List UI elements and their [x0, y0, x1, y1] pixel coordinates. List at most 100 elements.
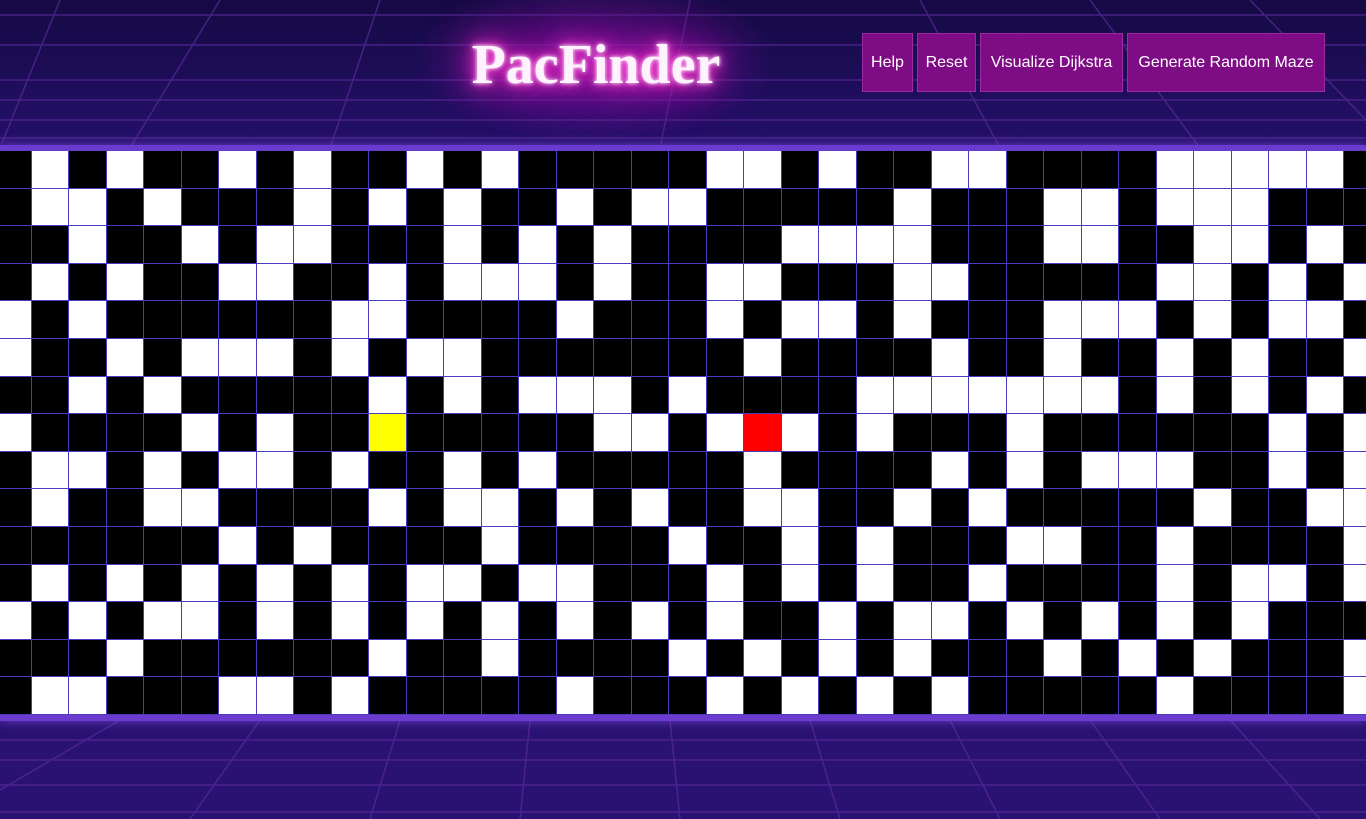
target-node[interactable] [744, 414, 782, 452]
grid-cell-open[interactable] [1119, 301, 1157, 339]
start-node[interactable] [369, 414, 407, 452]
grid-cell-open[interactable] [1344, 677, 1366, 715]
grid-cell-wall[interactable] [256, 188, 294, 227]
grid-cell-open[interactable] [894, 602, 932, 640]
grid-cell-open[interactable] [631, 188, 669, 227]
grid-cell-wall[interactable] [369, 564, 407, 603]
grid-cell-wall[interactable] [294, 639, 332, 678]
grid-cell-wall[interactable] [1231, 677, 1269, 715]
grid-cell-wall[interactable] [481, 564, 519, 603]
grid-cell-wall[interactable] [781, 451, 819, 490]
grid-cell-wall[interactable] [1194, 526, 1232, 565]
reset-button[interactable]: Reset [917, 33, 976, 92]
grid-cell-open[interactable] [819, 151, 857, 189]
grid-cell-open[interactable] [106, 564, 144, 603]
grid-cell-open[interactable] [856, 376, 894, 415]
grid-cell-wall[interactable] [706, 451, 744, 490]
grid-cell-open[interactable] [969, 489, 1007, 527]
grid-cell-open[interactable] [444, 451, 482, 490]
grid-cell-open[interactable] [1231, 151, 1269, 189]
grid-cell-open[interactable] [819, 226, 857, 264]
grid-cell-open[interactable] [1081, 602, 1119, 640]
grid-cell-open[interactable] [1119, 639, 1157, 678]
grid-cell-open[interactable] [331, 602, 369, 640]
grid-cell-open[interactable] [1269, 564, 1307, 603]
grid-cell-wall[interactable] [519, 151, 557, 189]
grid-cell-wall[interactable] [1231, 451, 1269, 490]
grid-cell-wall[interactable] [406, 376, 444, 415]
grid-cell-open[interactable] [894, 489, 932, 527]
grid-cell-wall[interactable] [1006, 226, 1044, 264]
grid-cell-wall[interactable] [819, 376, 857, 415]
grid-cell-open[interactable] [856, 564, 894, 603]
grid-cell-open[interactable] [144, 451, 182, 490]
grid-cell-wall[interactable] [631, 639, 669, 678]
grid-cell-wall[interactable] [1119, 338, 1157, 377]
grid-cell-open[interactable] [1156, 188, 1194, 227]
grid-cell-open[interactable] [1081, 376, 1119, 415]
grid-cell-open[interactable] [744, 151, 782, 189]
grid-cell-wall[interactable] [519, 301, 557, 339]
grid-cell-open[interactable] [706, 301, 744, 339]
grid-cell-open[interactable] [1156, 451, 1194, 490]
grid-cell-wall[interactable] [819, 489, 857, 527]
grid-cell-open[interactable] [69, 451, 107, 490]
grid-cell-wall[interactable] [1006, 188, 1044, 227]
grid-cell-open[interactable] [1156, 376, 1194, 415]
grid-cell-wall[interactable] [1044, 489, 1082, 527]
grid-cell-open[interactable] [669, 639, 707, 678]
grid-cell-open[interactable] [556, 677, 594, 715]
grid-cell-open[interactable] [1194, 188, 1232, 227]
grid-cell-wall[interactable] [106, 301, 144, 339]
grid-cell-open[interactable] [969, 151, 1007, 189]
grid-cell-open[interactable] [406, 564, 444, 603]
grid-cell-wall[interactable] [406, 414, 444, 452]
grid-cell-wall[interactable] [556, 639, 594, 678]
grid-cell-wall[interactable] [106, 489, 144, 527]
grid-cell-wall[interactable] [1006, 151, 1044, 189]
grid-cell-wall[interactable] [0, 188, 32, 227]
grid-cell-wall[interactable] [1344, 226, 1366, 264]
grid-cell-open[interactable] [0, 338, 32, 377]
grid-cell-open[interactable] [519, 376, 557, 415]
grid-cell-wall[interactable] [1044, 263, 1082, 302]
grid-cell-wall[interactable] [1044, 564, 1082, 603]
grid-cell-open[interactable] [1306, 301, 1344, 339]
help-button[interactable]: Help [862, 33, 913, 92]
grid-cell-open[interactable] [1156, 564, 1194, 603]
grid-cell-open[interactable] [256, 226, 294, 264]
grid-cell-wall[interactable] [0, 376, 32, 415]
grid-cell-wall[interactable] [594, 301, 632, 339]
grid-cell-open[interactable] [219, 677, 257, 715]
grid-cell-wall[interactable] [931, 226, 969, 264]
grid-cell-wall[interactable] [1006, 564, 1044, 603]
grid-cell-wall[interactable] [294, 414, 332, 452]
grid-cell-open[interactable] [819, 602, 857, 640]
grid-cell-wall[interactable] [0, 226, 32, 264]
grid-cell-wall[interactable] [31, 301, 69, 339]
grid-cell-wall[interactable] [406, 526, 444, 565]
grid-cell-wall[interactable] [781, 639, 819, 678]
grid-cell-wall[interactable] [1269, 188, 1307, 227]
grid-cell-open[interactable] [106, 151, 144, 189]
grid-cell-open[interactable] [0, 301, 32, 339]
grid-cell-wall[interactable] [444, 639, 482, 678]
grid-cell-wall[interactable] [969, 188, 1007, 227]
grid-cell-open[interactable] [931, 677, 969, 715]
grid-cell-open[interactable] [556, 301, 594, 339]
grid-cell-wall[interactable] [969, 263, 1007, 302]
grid-cell-wall[interactable] [706, 338, 744, 377]
grid-cell-wall[interactable] [481, 414, 519, 452]
grid-cell-wall[interactable] [69, 263, 107, 302]
grid-cell-open[interactable] [69, 677, 107, 715]
grid-cell-wall[interactable] [1156, 226, 1194, 264]
grid-cell-open[interactable] [294, 526, 332, 565]
grid-cell-wall[interactable] [969, 639, 1007, 678]
grid-cell-open[interactable] [631, 489, 669, 527]
grid-cell-wall[interactable] [1344, 188, 1366, 227]
grid-cell-wall[interactable] [181, 301, 219, 339]
grid-cell-open[interactable] [1344, 639, 1366, 678]
grid-cell-open[interactable] [256, 263, 294, 302]
grid-cell-wall[interactable] [481, 677, 519, 715]
grid-cell-wall[interactable] [1269, 226, 1307, 264]
